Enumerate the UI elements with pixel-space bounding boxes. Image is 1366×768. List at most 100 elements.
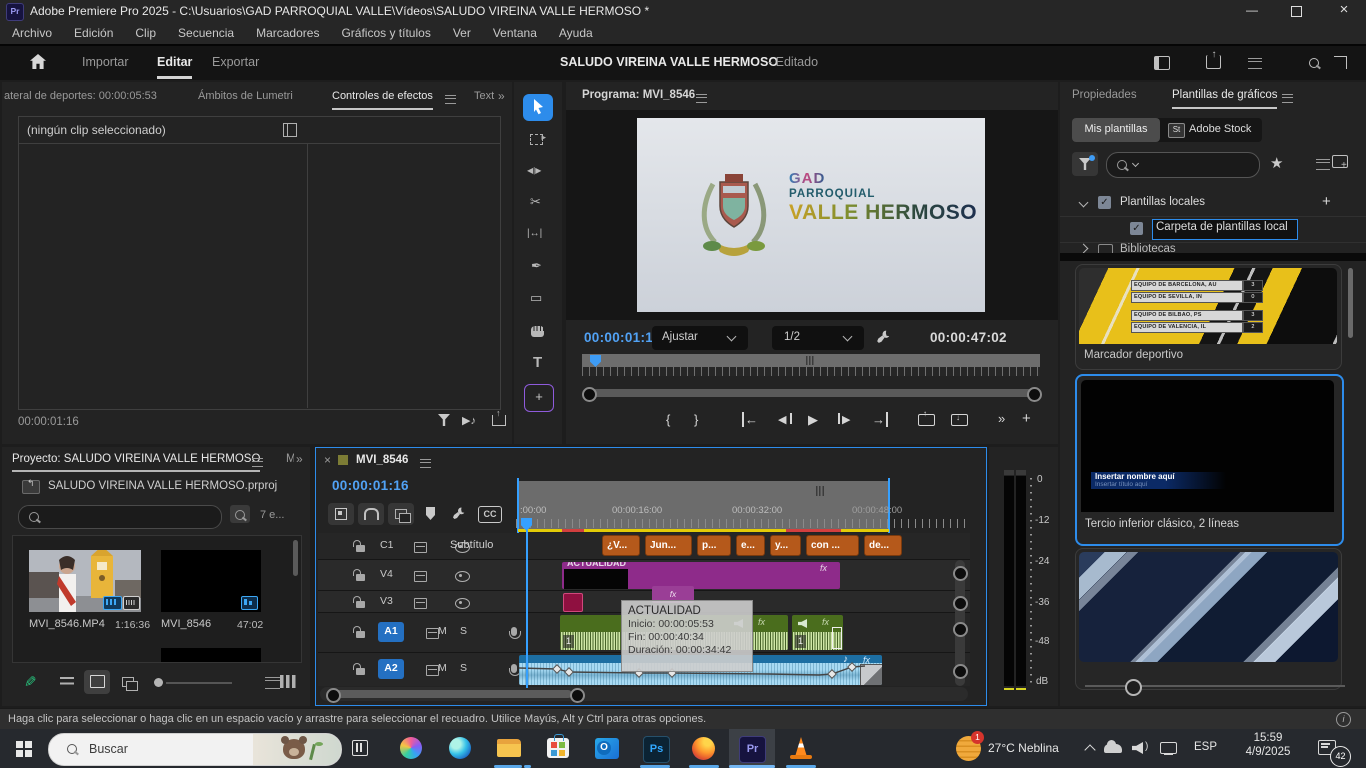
a1-mute-button[interactable]: M bbox=[438, 625, 447, 637]
playhead-line[interactable] bbox=[526, 530, 528, 688]
bin-item-sequence-name[interactable]: MVI_8546 bbox=[161, 618, 211, 630]
menu-edicion[interactable]: Edición bbox=[74, 26, 113, 40]
freeform-view-icon[interactable] bbox=[122, 677, 134, 687]
nest-toggle-button[interactable] bbox=[328, 503, 354, 525]
step-forward-button[interactable]: ▶ bbox=[842, 413, 850, 426]
minimize-button[interactable]: — bbox=[1232, 0, 1272, 22]
filmstrip-icon[interactable] bbox=[280, 675, 296, 688]
caption-clip-4[interactable]: e... bbox=[736, 535, 765, 556]
project-search-input[interactable] bbox=[18, 505, 222, 529]
timeline-timecode[interactable]: 00:00:01:16 bbox=[332, 478, 409, 493]
c1-track-name[interactable]: C1 bbox=[380, 539, 393, 551]
premiere-taskbar-button[interactable]: Pr bbox=[729, 729, 775, 768]
go-to-out-button[interactable]: → bbox=[872, 412, 888, 427]
tab-texto[interactable]: Text bbox=[474, 90, 494, 102]
info-icon[interactable]: i bbox=[1336, 712, 1351, 727]
program-panel-tab[interactable]: Programa: MVI_8546 bbox=[582, 89, 695, 101]
menu-graficos[interactable]: Gráficos y títulos bbox=[341, 26, 430, 40]
a1-lock-icon[interactable] bbox=[356, 631, 365, 638]
clip-audio-badge-icon[interactable] bbox=[123, 596, 140, 610]
slider-knob[interactable] bbox=[1125, 679, 1142, 696]
search-bins-icon[interactable] bbox=[230, 505, 250, 523]
caption-clip-5[interactable]: y... bbox=[770, 535, 801, 556]
v3-track-name[interactable]: V3 bbox=[380, 595, 393, 607]
pen-tool[interactable]: ✒ bbox=[531, 258, 542, 274]
v4-visibility-icon[interactable] bbox=[455, 571, 470, 582]
edge-icon[interactable] bbox=[449, 737, 471, 759]
menu-ver[interactable]: Ver bbox=[453, 26, 471, 40]
tree-row-plantillas-locales[interactable]: ✓ Plantillas locales + bbox=[1060, 190, 1366, 217]
template-card-tercio-inferior[interactable]: Insertar nombre aquí Insertar título aqu… bbox=[1075, 374, 1344, 546]
export-frame-icon[interactable]: ↑ bbox=[492, 415, 506, 426]
tray-expand-icon[interactable] bbox=[1084, 744, 1095, 755]
microsoft-store-icon[interactable] bbox=[547, 738, 569, 758]
bibliotecas-expand-icon[interactable] bbox=[1079, 244, 1089, 253]
firefox-icon[interactable] bbox=[692, 737, 715, 760]
program-video-frame[interactable]: GAD PARROQUIAL VALLE HERMOSO bbox=[637, 118, 985, 312]
captions-cc-button[interactable]: CC bbox=[478, 506, 502, 523]
project-overflow-icon[interactable]: » bbox=[296, 452, 303, 466]
new-overlay-icon[interactable]: + bbox=[1332, 155, 1348, 168]
selection-tool[interactable] bbox=[523, 94, 553, 121]
close-button[interactable]: × bbox=[1322, 0, 1366, 22]
template-search-input[interactable] bbox=[1106, 152, 1260, 178]
v3-scroll-knob[interactable] bbox=[953, 596, 968, 611]
file-explorer-icon[interactable] bbox=[497, 739, 521, 757]
ripple-edit-tool[interactable]: ◀|▶ bbox=[527, 166, 541, 175]
snap-toggle-button[interactable] bbox=[358, 503, 384, 525]
play-audio-icon[interactable]: ▶♪ bbox=[462, 414, 476, 427]
task-view-icon[interactable] bbox=[352, 740, 368, 756]
photoshop-icon[interactable]: Ps bbox=[643, 736, 670, 763]
a1-track-badge[interactable]: A1 bbox=[378, 622, 404, 642]
linked-selection-button[interactable] bbox=[388, 503, 414, 525]
v4-lock-icon[interactable] bbox=[356, 574, 365, 581]
share-icon[interactable]: ↑ bbox=[1206, 55, 1221, 69]
menu-ayuda[interactable]: Ayuda bbox=[559, 26, 593, 40]
fit-dropdown[interactable]: Ajustar bbox=[652, 326, 748, 350]
menu-ventana[interactable]: Ventana bbox=[493, 26, 537, 40]
weather-text[interactable]: 27°C Neblina bbox=[988, 741, 1059, 755]
v3-source-patch-icon[interactable] bbox=[414, 598, 427, 609]
caption-clip-6[interactable]: con ... bbox=[806, 535, 859, 556]
bin-item-partial[interactable] bbox=[161, 648, 261, 662]
zoom-slider-knob[interactable] bbox=[154, 678, 163, 687]
program-scrollbar[interactable] bbox=[582, 386, 1040, 400]
scrollbar-right-knob[interactable] bbox=[1027, 387, 1042, 402]
timeline-h-scrollbar[interactable] bbox=[320, 687, 968, 701]
a1-scroll-knob[interactable] bbox=[953, 622, 968, 637]
track-select-forward-tool[interactable] bbox=[530, 134, 543, 145]
sort-icon[interactable] bbox=[265, 677, 280, 689]
bin-item-clip[interactable] bbox=[29, 550, 141, 612]
more-controls-button[interactable]: » bbox=[998, 411, 1005, 426]
h-scroll-left-knob[interactable] bbox=[326, 688, 341, 703]
timeline-tab-label[interactable]: MVI_8546 bbox=[356, 454, 408, 466]
timeline-tab-close-icon[interactable]: × bbox=[324, 453, 331, 467]
menu-clip[interactable]: Clip bbox=[135, 26, 156, 40]
workspaces-icon[interactable] bbox=[1248, 58, 1262, 69]
rectangle-tool[interactable]: ▭ bbox=[530, 290, 542, 306]
tab-importar[interactable]: Importar bbox=[82, 55, 129, 69]
tab-exportar[interactable]: Exportar bbox=[212, 55, 259, 69]
slip-tool[interactable]: |↔| bbox=[527, 228, 542, 239]
taskbar-search-box[interactable]: Buscar bbox=[48, 733, 342, 766]
maximize-button[interactable] bbox=[1276, 0, 1316, 22]
vlc-icon[interactable] bbox=[790, 737, 812, 759]
caption-clip-3[interactable]: p... bbox=[697, 535, 731, 556]
effects-timecode[interactable]: 00:00:01:16 bbox=[18, 416, 79, 428]
h-scroll-right-knob[interactable] bbox=[570, 688, 585, 703]
tab-overflow-icon[interactable]: » bbox=[498, 89, 505, 103]
tree-row-bibliotecas[interactable]: Bibliotecas bbox=[1060, 242, 1366, 253]
icon-view-button[interactable] bbox=[84, 670, 110, 694]
onedrive-icon[interactable] bbox=[1104, 744, 1122, 753]
mark-out-button[interactable]: } bbox=[694, 412, 698, 427]
lift-button[interactable]: ↑ bbox=[918, 414, 935, 426]
a2-solo-button[interactable]: S bbox=[460, 662, 467, 674]
go-to-in-button[interactable]: ← bbox=[742, 412, 758, 427]
tree-expand-icon[interactable] bbox=[1079, 198, 1089, 208]
settings-wrench-icon[interactable] bbox=[874, 329, 891, 346]
tree-row-carpeta-local[interactable]: ✓ Carpeta de plantillas local bbox=[1060, 216, 1366, 243]
mis-plantillas-toggle[interactable]: Mis plantillas bbox=[1072, 118, 1160, 142]
program-panel-menu-icon[interactable] bbox=[696, 94, 707, 103]
navigate-up-icon[interactable]: ↰ bbox=[22, 480, 40, 494]
clock[interactable]: 15:59 4/9/2025 bbox=[1232, 732, 1304, 758]
